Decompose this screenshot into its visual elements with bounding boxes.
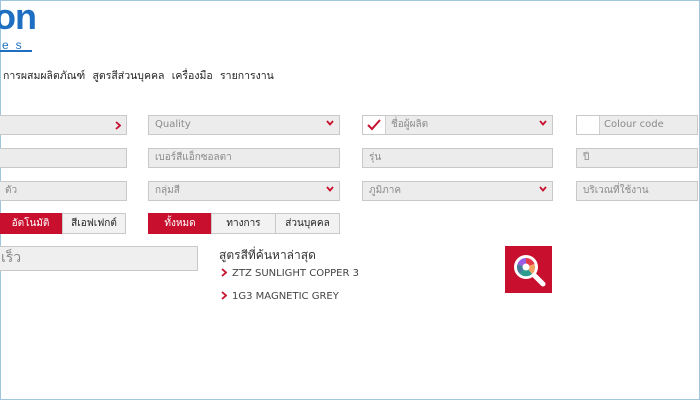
toggle-auto[interactable]: อัตโนมัติ [0, 213, 63, 234]
toggle-effect-colour[interactable]: สีเอฟเฟกต์ [62, 213, 126, 234]
colour-code-input[interactable]: Colour code [576, 115, 698, 135]
main-menu: การผสมผลิตภัณฑ์ สูตรสีส่วนบุคคล เครื่องม… [3, 67, 278, 84]
filter-all[interactable]: ทั้งหมด [148, 213, 212, 234]
quick-search-placeholder: เร็ว [1, 250, 22, 266]
year-placeholder: ปี [583, 152, 590, 163]
menu-item-tools[interactable]: เครื่องมือ [172, 70, 213, 82]
partial-input[interactable]: ตัว [0, 181, 127, 201]
usage-area-placeholder: บริเวณที่ใช้งาน [583, 185, 649, 196]
recent-search-label: 1G3 MAGNETIC GREY [232, 291, 339, 302]
filter-personal[interactable]: ส่วนบุคคล [275, 213, 340, 234]
model-placeholder: รุ่น [369, 152, 382, 163]
menu-item-job-list[interactable]: รายการงาน [220, 70, 274, 82]
recent-searches-title: สูตรสีที่ค้นหาล่าสุด [219, 248, 316, 262]
logo-underline [0, 50, 32, 52]
menu-item-product-mix[interactable]: การผสมผลิตภัณฑ์ [3, 70, 85, 82]
usage-area-input[interactable]: บริเวณที่ใช้งาน [576, 181, 698, 201]
colour-magnifier-icon [514, 255, 546, 287]
quality-select[interactable]: Quality [148, 115, 340, 135]
check-icon [367, 119, 381, 131]
logo: on [0, 0, 37, 37]
colour-search-button[interactable] [505, 246, 552, 293]
quality-select-label: Quality [155, 119, 191, 130]
colour-group-select[interactable]: กลุ่มสี [148, 181, 340, 201]
quick-search-input[interactable]: เร็ว [0, 246, 198, 271]
blank-input[interactable] [0, 148, 127, 168]
chevron-down-icon [326, 120, 334, 126]
recent-search-item[interactable]: ZTZ SUNLIGHT COPPER 3 [221, 268, 359, 279]
colour-code-placeholder: Colour code [604, 119, 664, 130]
chevron-down-icon [539, 186, 547, 192]
recent-search-item[interactable]: 1G3 MAGNETIC GREY [221, 291, 339, 302]
filter-official[interactable]: ทางการ [211, 213, 276, 234]
chevron-down-icon [539, 120, 547, 126]
manufacturer-checkbox[interactable] [363, 116, 386, 134]
mix-number-input[interactable]: เบอร์สีแอ็กซอลตา [148, 148, 340, 168]
manufacturer-select[interactable]: ชื่อผู้ผลิต [362, 115, 553, 135]
region-select[interactable]: ภูมิภาค [362, 181, 553, 201]
partial-input-label: ตัว [5, 185, 18, 196]
year-input[interactable]: ปี [576, 148, 698, 168]
chevron-right-icon [221, 268, 228, 277]
model-input[interactable]: รุ่น [362, 148, 553, 168]
colour-group-label: กลุ่มสี [155, 185, 180, 196]
chevron-right-icon [221, 291, 228, 300]
mix-number-placeholder: เบอร์สีแอ็กซอลตา [155, 152, 232, 163]
search-field-partial[interactable] [0, 115, 127, 135]
colour-code-checkbox[interactable] [577, 116, 600, 134]
manufacturer-select-label: ชื่อผู้ผลิต [391, 119, 429, 130]
chevron-right-icon [115, 121, 121, 130]
recent-search-label: ZTZ SUNLIGHT COPPER 3 [232, 268, 359, 279]
menu-item-personal-formula[interactable]: สูตรสีส่วนบุคคล [93, 70, 165, 82]
region-label: ภูมิภาค [369, 185, 402, 196]
chevron-down-icon [326, 186, 334, 192]
